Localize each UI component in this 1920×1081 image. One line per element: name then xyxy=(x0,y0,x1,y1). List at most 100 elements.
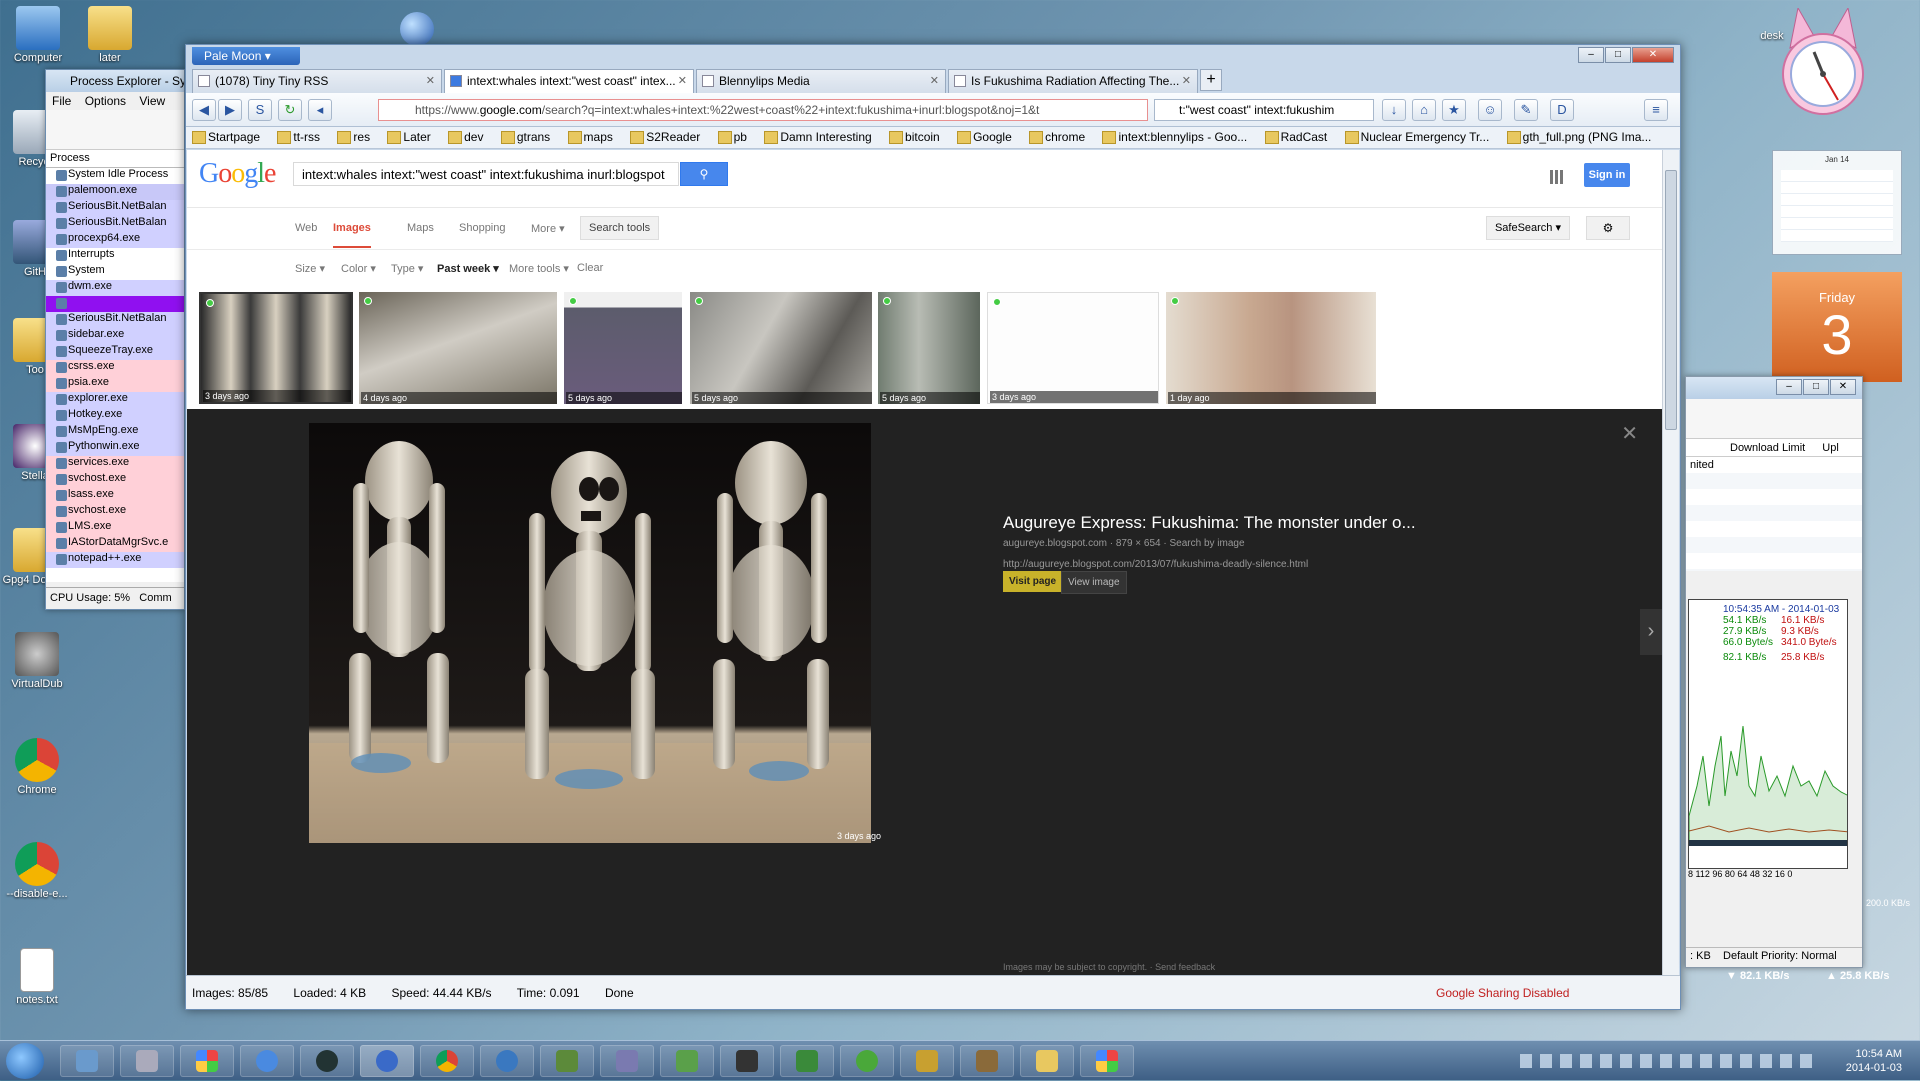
filter-clear[interactable]: Clear xyxy=(577,262,603,274)
maximize-button[interactable]: □ xyxy=(1605,47,1631,63)
taskbar-folder[interactable] xyxy=(1020,1045,1074,1077)
process-row[interactable]: lsass.exe xyxy=(46,488,184,504)
filter-time[interactable]: Past week ▾ xyxy=(437,262,499,275)
home-icon[interactable]: ⌂ xyxy=(1412,99,1436,121)
process-column-header[interactable]: Process xyxy=(46,150,184,168)
bookmark-item[interactable]: chrome xyxy=(1029,130,1085,144)
desktop-icon-chrome-disable[interactable]: --disable-e... xyxy=(2,842,72,900)
filter-size[interactable]: Size ▾ xyxy=(295,262,325,275)
forward-button[interactable]: ▶ xyxy=(218,99,242,121)
tab-close-icon[interactable]: ✕ xyxy=(678,74,687,87)
process-row[interactable]: dwm.exe xyxy=(46,280,184,296)
filter-more-tools[interactable]: More tools ▾ xyxy=(509,262,569,275)
bookmark-item[interactable]: gth_full.png (PNG Ima... xyxy=(1507,130,1652,144)
process-row[interactable]: notepad++.exe xyxy=(46,552,184,568)
process-row[interactable]: MsMpEng.exe xyxy=(46,424,184,440)
bookmark-item[interactable]: bitcoin xyxy=(889,130,940,144)
image-result[interactable]: 5 days ago xyxy=(878,292,980,404)
apps-grid-icon[interactable] xyxy=(1550,170,1564,184)
back-button[interactable]: ◀ xyxy=(192,99,216,121)
preview-image[interactable] xyxy=(309,423,871,843)
notes-icon[interactable]: ✎ xyxy=(1514,99,1538,121)
nav-more[interactable]: More ▾ xyxy=(531,222,565,235)
process-row[interactable]: Hotkey.exe xyxy=(46,408,184,424)
filter-color[interactable]: Color ▾ xyxy=(341,262,376,275)
process-row[interactable]: Interrupts xyxy=(46,248,184,264)
process-row[interactable]: SeriousBit.NetBalan xyxy=(46,200,184,216)
bookmark-item[interactable]: Damn Interesting xyxy=(764,130,871,144)
new-tab-button[interactable]: + xyxy=(1200,69,1222,91)
process-list[interactable]: System Idle Process palemoon.exe Serious… xyxy=(46,168,184,582)
reload-button[interactable]: ↻ xyxy=(278,99,302,121)
process-row[interactable]: services.exe xyxy=(46,456,184,472)
monitor-toolbar[interactable] xyxy=(1686,399,1862,439)
google-search-button[interactable]: ⚲ xyxy=(680,162,728,186)
desktop-icon-chrome[interactable]: Chrome xyxy=(2,738,72,796)
process-row[interactable]: SeriousBit.NetBalan xyxy=(46,216,184,232)
start-button[interactable] xyxy=(6,1043,44,1079)
process-row[interactable]: LMS.exe xyxy=(46,520,184,536)
desktop-icon-later[interactable]: later xyxy=(75,6,145,64)
process-row[interactable]: explorer.exe xyxy=(46,392,184,408)
visit-page-button[interactable]: Visit page xyxy=(1003,571,1063,592)
tab-tiny-rss[interactable]: (1078) Tiny Tiny RSS ✕ xyxy=(192,69,442,93)
network-monitor-window[interactable]: – □ ✕ Download Limit Upl nited 10:54:35 AM… xyxy=(1685,376,1863,968)
monitor-table[interactable]: nited xyxy=(1686,457,1862,571)
column-upload[interactable]: Upl xyxy=(1822,442,1839,454)
bookmark-item[interactable]: intext:blennylips - Goo... xyxy=(1102,130,1247,144)
image-result[interactable]: 4 days ago xyxy=(359,292,557,404)
bookmark-item[interactable]: maps xyxy=(568,130,613,144)
default-priority[interactable]: Default Priority: Normal xyxy=(1723,950,1837,962)
scrollbar-thumb[interactable] xyxy=(1665,170,1677,430)
tab-close-icon[interactable]: ✕ xyxy=(426,74,435,87)
google-sharing-status[interactable]: Google Sharing Disabled xyxy=(1436,986,1569,1000)
taskbar-process-explorer[interactable] xyxy=(540,1045,594,1077)
clock-gadget[interactable] xyxy=(1780,6,1866,128)
taskbar-camera[interactable] xyxy=(120,1045,174,1077)
speaker-button[interactable]: ◂ xyxy=(308,99,332,121)
tab-google-search[interactable]: intext:whales intext:"west coast" intex.… xyxy=(444,69,694,93)
desktop-icon-virtualdub[interactable]: VirtualDub xyxy=(2,632,72,690)
process-row[interactable]: System Idle Process xyxy=(46,168,184,184)
preview-url[interactable]: http://augureye.blogspot.com/2013/07/fuk… xyxy=(1003,559,1503,570)
page-scrollbar[interactable] xyxy=(1662,150,1679,976)
bookmark-item[interactable]: RadCast xyxy=(1265,130,1328,144)
taskbar-evernote[interactable] xyxy=(660,1045,714,1077)
tab-fukushima[interactable]: Is Fukushima Radiation Affecting The... ✕ xyxy=(948,69,1198,93)
image-result[interactable]: 3 days ago xyxy=(987,292,1159,404)
taskbar-lock[interactable] xyxy=(300,1045,354,1077)
tray-icons[interactable] xyxy=(1520,1054,1820,1068)
bookmark-item[interactable]: pb xyxy=(718,130,747,144)
clock[interactable]: 10:54 AM 2014-01-03 xyxy=(1846,1047,1902,1075)
minimize-button[interactable]: – xyxy=(1776,379,1802,395)
bookmark-item[interactable]: dev xyxy=(448,130,483,144)
close-icon[interactable]: ✕ xyxy=(1621,421,1638,446)
settings-gear-icon[interactable]: ⚙ xyxy=(1586,216,1630,240)
image-result[interactable]: 1 day ago xyxy=(1166,292,1376,404)
sign-in-button[interactable]: Sign in xyxy=(1584,163,1630,187)
reader-icon[interactable]: D xyxy=(1550,99,1574,121)
taskbar-editor[interactable] xyxy=(600,1045,654,1077)
bookmark-item[interactable]: tt-rss xyxy=(277,130,320,144)
process-row[interactable]: IAStorDataMgrSvc.e xyxy=(46,536,184,552)
menu-icon[interactable]: ≡ xyxy=(1644,99,1668,121)
bookmark-item[interactable]: Later xyxy=(387,130,430,144)
tab-close-icon[interactable]: ✕ xyxy=(1182,74,1191,87)
nav-shopping[interactable]: Shopping xyxy=(459,222,506,234)
process-row[interactable]: SqueezeTray.exe xyxy=(46,344,184,360)
menu-view[interactable]: View xyxy=(139,94,165,108)
taskbar-windows-2[interactable] xyxy=(1080,1045,1134,1077)
process-row[interactable] xyxy=(46,296,184,312)
google-search-input[interactable]: intext:whales intext:"west coast" intext… xyxy=(293,162,679,186)
taskbar-search[interactable] xyxy=(900,1045,954,1077)
process-row[interactable]: Pythonwin.exe xyxy=(46,440,184,456)
taskbar-game[interactable] xyxy=(960,1045,1014,1077)
image-result[interactable]: 5 days ago xyxy=(564,292,682,404)
process-row[interactable]: System xyxy=(46,264,184,280)
close-button[interactable]: ✕ xyxy=(1632,47,1674,63)
process-row[interactable]: psia.exe xyxy=(46,376,184,392)
taskbar-windows[interactable] xyxy=(180,1045,234,1077)
view-image-button[interactable]: View image xyxy=(1061,571,1127,594)
google-logo[interactable]: Google xyxy=(199,158,276,190)
search-bar[interactable]: t:"west coast" intext:fukushim xyxy=(1154,99,1374,121)
